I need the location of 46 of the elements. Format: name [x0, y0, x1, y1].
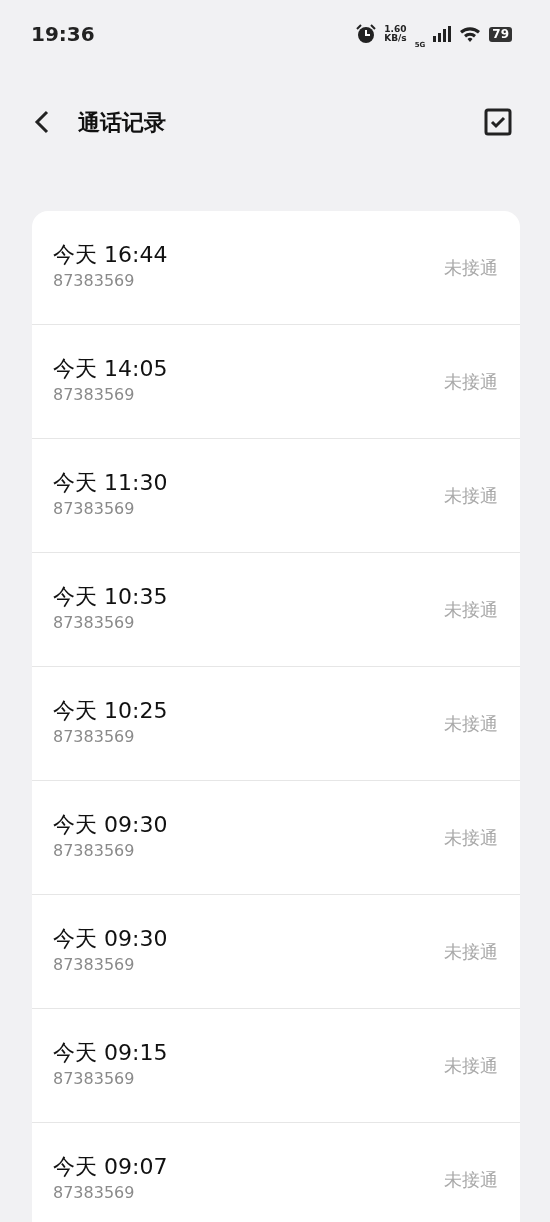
phone-number: 87383569: [53, 269, 136, 292]
status-time: 19:36: [31, 21, 95, 48]
call-time: 今天 11:30: [53, 470, 168, 497]
call-status: 未接通: [444, 598, 498, 622]
call-row[interactable]: 今天 11:30 87383569 未接通: [32, 439, 520, 553]
call-status: 未接通: [444, 712, 498, 736]
alarm-clock-icon: [356, 24, 377, 44]
call-status: 未接通: [444, 940, 498, 964]
phone-number: 87383569: [53, 725, 136, 748]
signal-icon: [433, 26, 452, 42]
call-time: 今天 10:35: [53, 584, 168, 611]
back-button[interactable]: [34, 110, 50, 134]
phone-number: 87383569: [53, 953, 136, 976]
call-time: 今天 09:15: [53, 1040, 168, 1067]
phone-number: 87383569: [53, 1181, 136, 1204]
page-title: 通话记录: [78, 108, 166, 137]
network-speed: 1.60: [384, 25, 407, 34]
call-time: 今天 14:05: [53, 356, 168, 383]
call-status: 未接通: [444, 370, 498, 394]
call-time: 今天 09:30: [53, 812, 168, 839]
call-status: 未接通: [444, 826, 498, 850]
call-time: 今天 16:44: [53, 242, 168, 269]
phone-number: 87383569: [53, 611, 136, 634]
call-time: 今天 10:25: [53, 698, 168, 725]
select-button[interactable]: [484, 108, 512, 136]
call-time: 今天 09:30: [53, 926, 168, 953]
call-row[interactable]: 今天 09:30 87383569 未接通: [32, 781, 520, 895]
speed-unit: KB/s: [384, 34, 407, 43]
call-row[interactable]: 今天 09:07 87383569 未接通: [32, 1123, 520, 1222]
phone-number: 87383569: [53, 497, 136, 520]
phone-number: 87383569: [53, 383, 136, 406]
battery-indicator: 79: [489, 26, 512, 42]
call-row[interactable]: 今天 09:30 87383569 未接通: [32, 895, 520, 1009]
call-status: 未接通: [444, 1168, 498, 1192]
call-row[interactable]: 今天 14:05 87383569 未接通: [32, 325, 520, 439]
call-row[interactable]: 今天 10:35 87383569 未接通: [32, 553, 520, 667]
call-status: 未接通: [444, 484, 498, 508]
call-row[interactable]: 今天 09:15 87383569 未接通: [32, 1009, 520, 1123]
call-status: 未接通: [444, 1054, 498, 1078]
phone-number: 87383569: [53, 839, 136, 862]
call-row[interactable]: 今天 16:44 87383569 未接通: [32, 211, 520, 325]
phone-number: 87383569: [53, 1067, 136, 1090]
wifi-icon: [459, 26, 482, 42]
call-status: 未接通: [444, 256, 498, 280]
call-time: 今天 09:07: [53, 1154, 168, 1181]
call-row[interactable]: 今天 10:25 87383569 未接通: [32, 667, 520, 781]
